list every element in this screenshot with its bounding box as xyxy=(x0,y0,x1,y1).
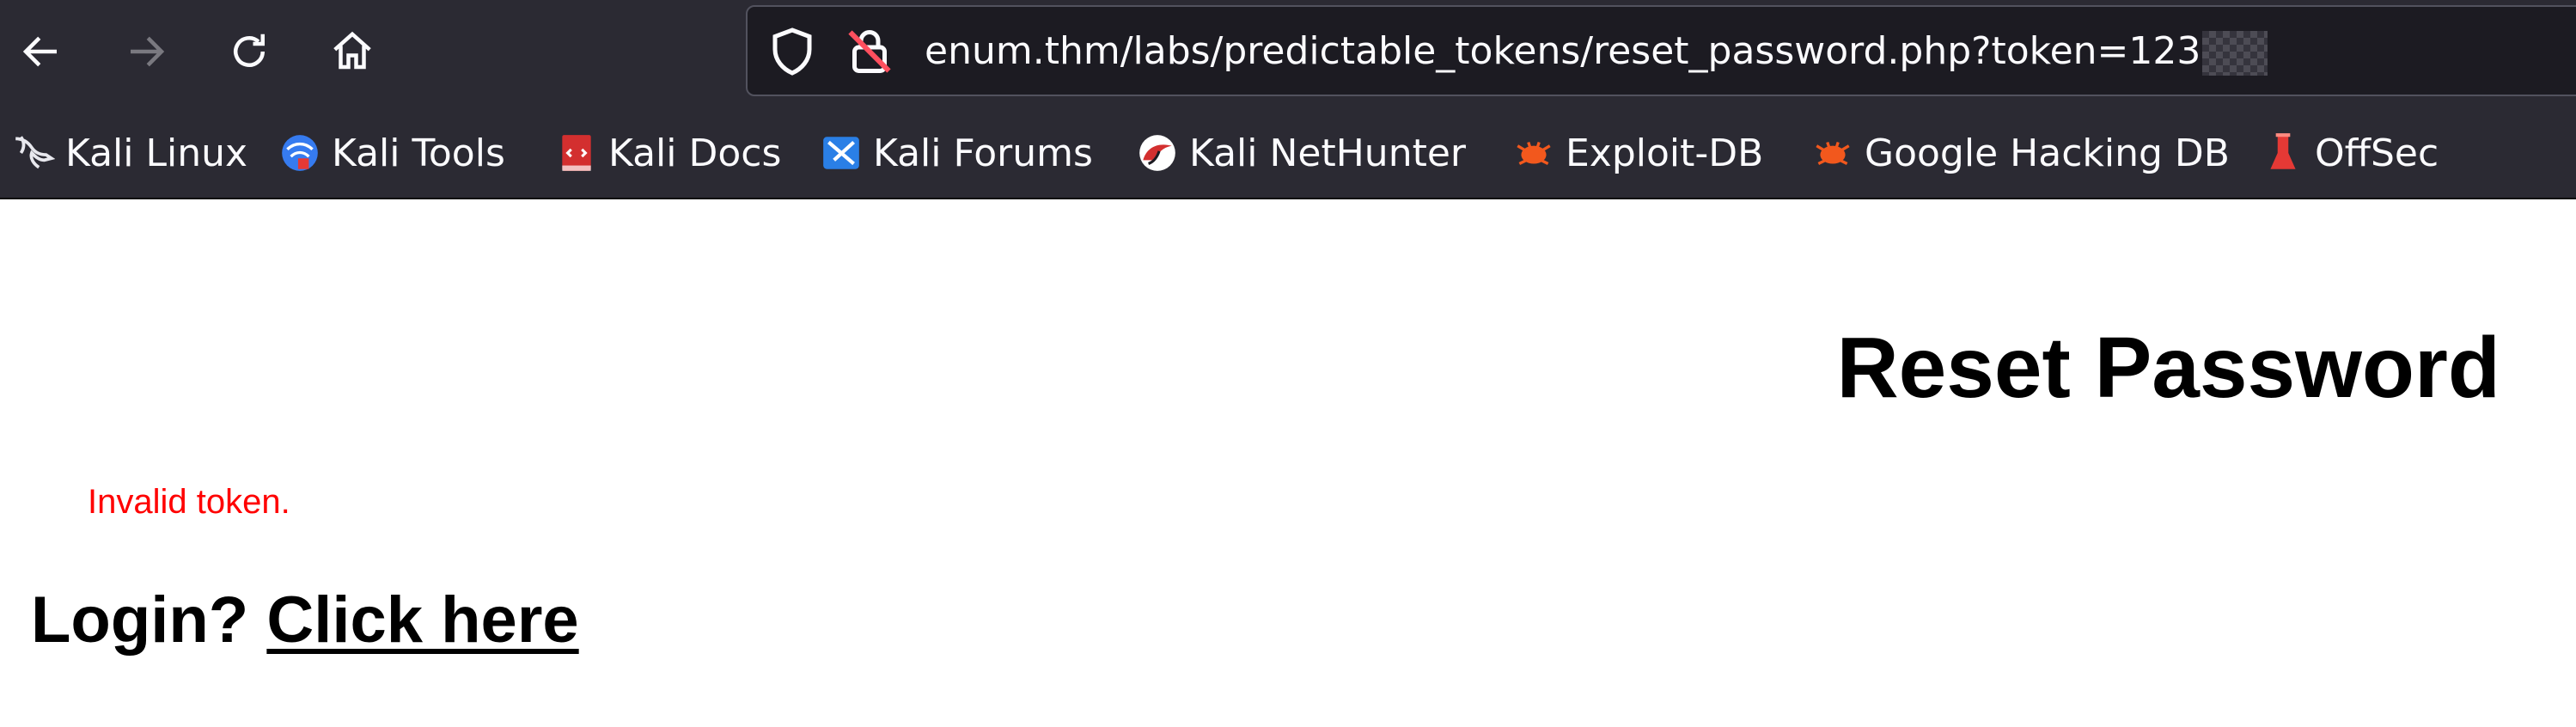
page-title: Reset Password xyxy=(1836,320,2500,416)
chrome-separator xyxy=(0,198,2576,199)
home-button[interactable] xyxy=(320,19,385,84)
bookmark-google-hacking-db[interactable]: Google Hacking DB xyxy=(1811,120,2230,186)
tracking-protection-shield-icon[interactable] xyxy=(766,26,818,77)
reload-button[interactable] xyxy=(217,19,282,84)
bookmark-kali-linux[interactable]: Kali Linux xyxy=(12,120,247,186)
kali-forums-icon xyxy=(820,131,863,174)
bookmark-label: Google Hacking DB xyxy=(1865,131,2230,175)
kali-dragon-icon xyxy=(12,131,55,174)
exploit-db-icon xyxy=(1512,131,1555,174)
login-prompt: Login? Click here xyxy=(31,583,579,657)
bookmark-offsec[interactable]: OffSec xyxy=(2262,120,2439,186)
login-link[interactable]: Click here xyxy=(266,583,578,657)
bookmark-exploit-db[interactable]: Exploit-DB xyxy=(1512,120,1763,186)
reload-icon xyxy=(234,34,265,67)
browser-chrome: enum.thm/labs/predictable_tokens/reset_p… xyxy=(0,0,2576,198)
bookmark-kali-forums[interactable]: Kali Forums xyxy=(820,120,1093,186)
home-icon xyxy=(333,31,371,70)
kali-docs-icon xyxy=(555,131,598,174)
kali-tools-icon xyxy=(278,131,321,174)
insecure-lock-icon[interactable] xyxy=(844,26,895,77)
bookmark-kali-docs[interactable]: Kali Docs xyxy=(555,120,781,186)
url-value: enum.thm/labs/predictable_tokens/reset_p… xyxy=(925,29,2201,73)
bookmark-label: Kali Tools xyxy=(332,131,505,175)
bookmark-label: OffSec xyxy=(2315,131,2439,175)
url-bar[interactable]: enum.thm/labs/predictable_tokens/reset_p… xyxy=(746,5,2576,96)
offsec-icon xyxy=(2262,131,2304,174)
back-button[interactable] xyxy=(9,19,74,84)
bookmarks-toolbar: Kali Linux Kali Tools Kali Docs Kali For… xyxy=(0,120,2576,186)
ghdb-icon xyxy=(1811,131,1854,174)
kali-nethunter-icon xyxy=(1136,131,1179,174)
arrow-right-icon xyxy=(131,36,165,67)
login-prompt-text: Login? xyxy=(31,583,249,657)
bookmark-kali-nethunter[interactable]: Kali NetHunter xyxy=(1136,120,1466,186)
bookmark-label: Exploit-DB xyxy=(1566,131,1764,175)
bookmark-label: Kali Linux xyxy=(65,131,248,175)
bookmark-kali-tools[interactable]: Kali Tools xyxy=(278,120,505,186)
url-text[interactable]: enum.thm/labs/predictable_tokens/reset_p… xyxy=(925,24,2268,79)
forward-button[interactable] xyxy=(113,19,179,84)
bookmark-label: Kali Docs xyxy=(608,131,782,175)
bookmark-label: Kali NetHunter xyxy=(1189,131,1466,175)
arrow-left-icon xyxy=(22,36,57,67)
bookmark-label: Kali Forums xyxy=(873,131,1093,175)
error-message: Invalid token. xyxy=(88,483,290,521)
redacted-token-overlay xyxy=(2202,31,2268,76)
